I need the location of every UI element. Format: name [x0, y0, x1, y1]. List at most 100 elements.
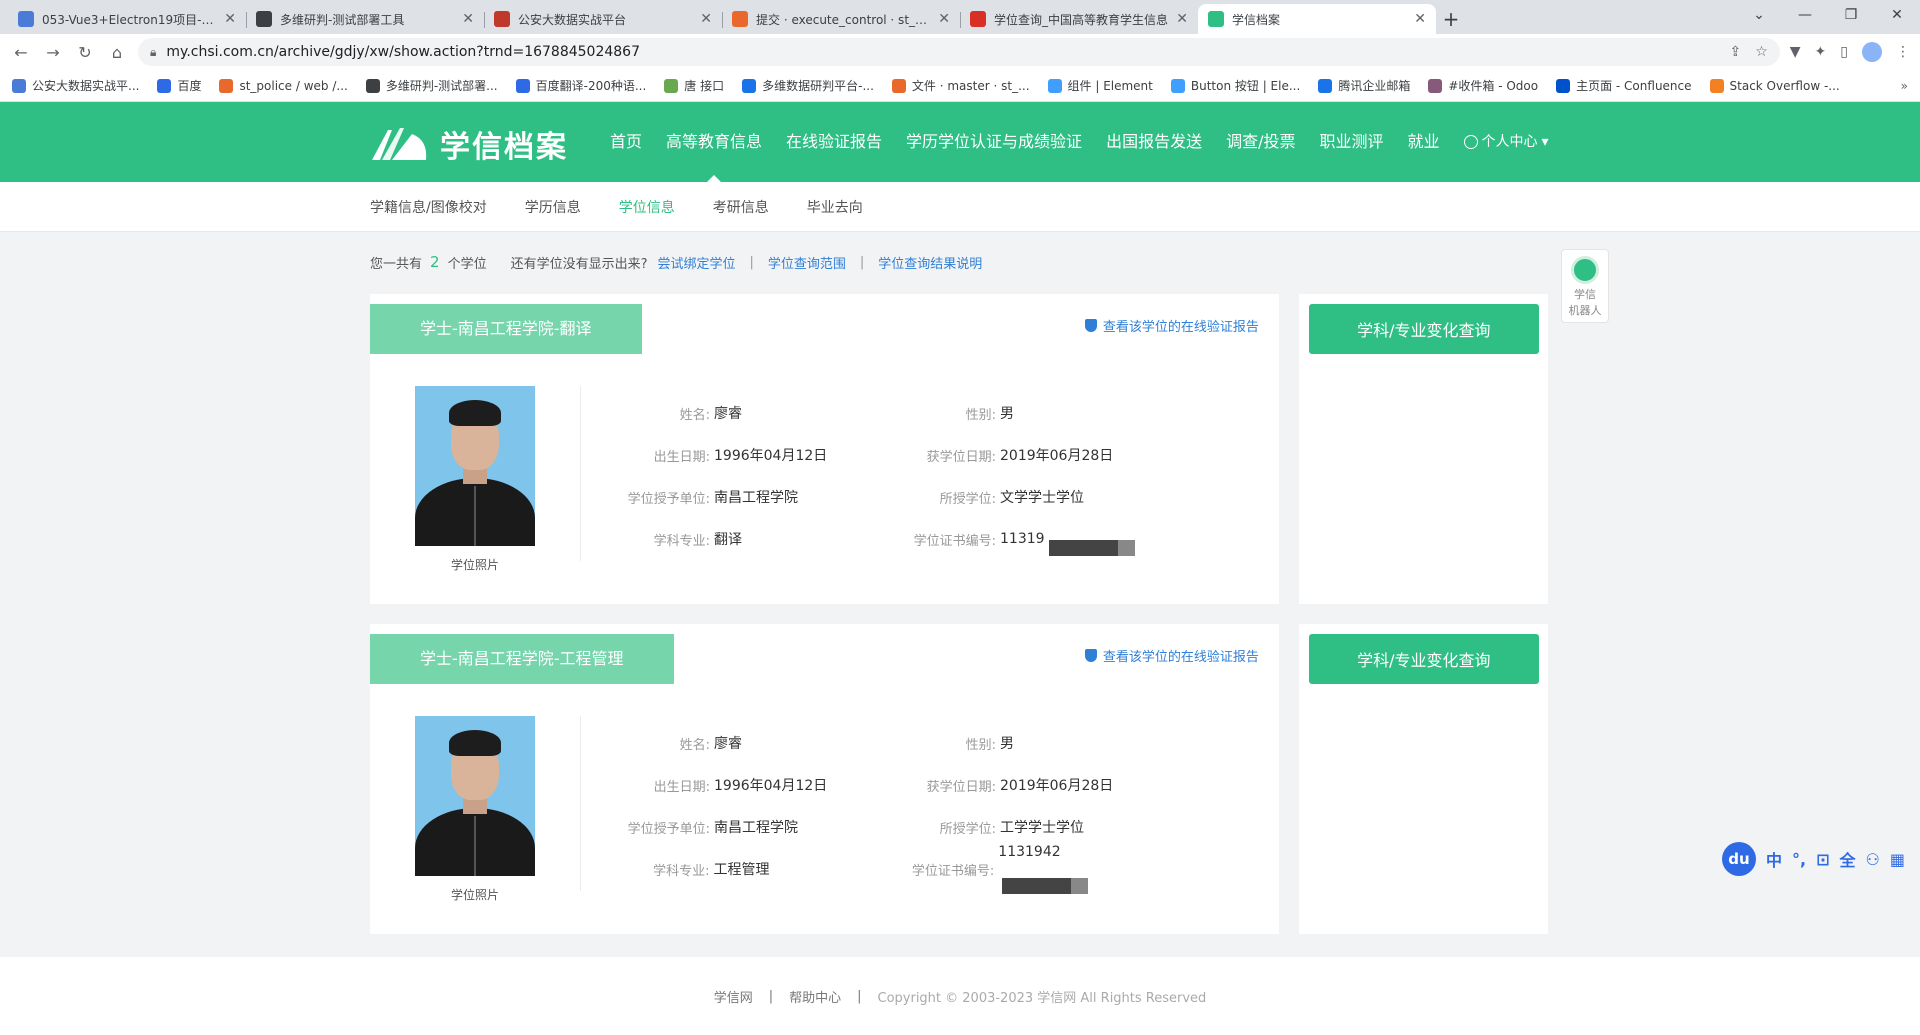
new-tab-icon[interactable]: +: [1436, 4, 1466, 34]
bind-degree-link[interactable]: 尝试绑定学位: [657, 253, 735, 272]
ime-keyboard-icon[interactable]: ⊡: [1816, 850, 1829, 869]
bookmark-item[interactable]: 多维数据研判平台-...: [742, 77, 874, 94]
window-close-icon[interactable]: ✕: [1874, 0, 1920, 30]
chat-robot-widget[interactable]: 学信 机器人: [1561, 249, 1609, 323]
minimize-icon[interactable]: —: [1782, 0, 1828, 30]
browser-tab[interactable]: 提交 · execute_control · st_poli ✕: [722, 4, 960, 34]
subnav-item-postgraduate[interactable]: 考研信息: [713, 197, 769, 217]
back-icon[interactable]: ←: [10, 43, 32, 62]
degree-type-value: 工学学士学位: [1000, 820, 1084, 836]
bookmark-item[interactable]: 唐 接口: [664, 77, 724, 94]
bookmark-item[interactable]: 多维研判-测试部署...: [365, 77, 498, 94]
robot-icon: [1571, 256, 1599, 284]
user-center-menu[interactable]: 个人中心 ▾: [1452, 102, 1561, 182]
ime-chinese-mode-icon[interactable]: 中: [1766, 847, 1782, 871]
browser-tab[interactable]: 多维研判-测试部署工具 ✕: [246, 4, 484, 34]
side-panel-icon[interactable]: ▯: [1840, 44, 1848, 60]
subnav-item-graduate-destination[interactable]: 毕业去向: [807, 197, 863, 217]
profile-avatar-icon[interactable]: [1862, 42, 1882, 62]
bookmark-item[interactable]: 主页面 - Confluence: [1556, 77, 1692, 94]
browser-tab-active[interactable]: 学信档案 ✕: [1198, 4, 1436, 34]
bookmark-favicon-icon: [515, 78, 530, 93]
bookmark-favicon-icon: [664, 78, 679, 93]
ime-fullwidth-icon[interactable]: 全: [1840, 847, 1856, 871]
forward-icon[interactable]: →: [42, 43, 64, 62]
degree-row: 学士-南昌工程学院-翻译 查看该学位的在线验证报告 学位照片 姓名: 廖睿 性别…: [370, 294, 1548, 604]
nav-item-career-test[interactable]: 职业测评: [1307, 102, 1395, 182]
nav-item-online-verification[interactable]: 在线验证报告: [774, 102, 894, 182]
gender-label: 性别:: [965, 407, 996, 423]
nav-item-home[interactable]: 首页: [598, 102, 654, 182]
browser-tab[interactable]: 公安大数据实战平台 ✕: [484, 4, 722, 34]
degree-photo-block: 学位照片: [415, 386, 535, 573]
subnav-item-enrollment[interactable]: 学籍信息/图像校对: [370, 197, 487, 217]
browser-tab[interactable]: 053-Vue3+Electron19项目-17_ ✕: [8, 4, 246, 34]
extensions-icon[interactable]: ✦: [1815, 44, 1827, 60]
ime-punctuation-icon[interactable]: °,: [1792, 850, 1806, 869]
bookmark-item[interactable]: #收件箱 - Odoo: [1428, 77, 1538, 94]
bookmark-item[interactable]: 公安大数据实战平...: [12, 77, 139, 94]
major-change-query-button[interactable]: 学科/专业变化查询: [1308, 304, 1539, 354]
bookmark-item[interactable]: Button 按钮 | Ele...: [1170, 77, 1300, 94]
home-icon[interactable]: ⌂: [106, 43, 128, 62]
tab-search-icon[interactable]: ⌄: [1736, 0, 1782, 30]
verify-report-link[interactable]: 查看该学位的在线验证报告: [1084, 646, 1259, 665]
degree-count: 2: [430, 253, 440, 271]
ime-toolbox-icon[interactable]: ▦: [1890, 850, 1905, 869]
main-content: 您一共有 2 个学位 还有学位没有显示出来? 尝试绑定学位 | 学位查询范围 |…: [370, 242, 1548, 934]
bookmark-star-icon[interactable]: ☆: [1755, 44, 1768, 60]
tab-favicon-icon: [256, 11, 272, 27]
vue-devtools-icon[interactable]: ▼: [1790, 44, 1801, 60]
main-nav: 首页 高等教育信息 在线验证报告 学历学位认证与成绩验证 出国报告发送 调查/投…: [598, 102, 1561, 182]
bookmark-item[interactable]: 腾讯企业邮箱: [1318, 77, 1410, 94]
bookmark-favicon-icon: [12, 78, 26, 93]
site-logo[interactable]: 学信档案: [370, 122, 568, 166]
nav-item-employment[interactable]: 就业: [1396, 102, 1452, 182]
degree-side-panel: 学科/专业变化查询: [1298, 294, 1548, 604]
bookmark-item[interactable]: st_police / web /...: [219, 78, 348, 93]
bookmark-item[interactable]: 百度翻译-200种语...: [515, 77, 646, 94]
browser-tab[interactable]: 学位查询_中国高等教育学生信息 ✕: [960, 4, 1198, 34]
bookmark-item[interactable]: 百度: [157, 77, 201, 94]
subnav-item-degree[interactable]: 学位信息: [619, 197, 675, 217]
redaction-mask: [1002, 878, 1089, 894]
tab-favicon-icon: [1208, 11, 1224, 27]
sub-nav: 学籍信息/图像校对 学历信息 学位信息 考研信息 毕业去向: [0, 182, 1920, 232]
nav-item-certification[interactable]: 学历学位认证与成绩验证: [894, 102, 1094, 182]
url-input[interactable]: 🔒︎ my.chsi.com.cn/archive/gdjy/xw/show.a…: [138, 38, 1780, 66]
degree-type-label: 所授学位:: [939, 821, 996, 837]
major-value: 工程管理: [713, 862, 770, 878]
divider: [580, 386, 581, 561]
close-icon[interactable]: ✕: [1176, 11, 1188, 27]
degree-date-value: 2019年06月28日: [1000, 778, 1114, 794]
nav-item-higher-education[interactable]: 高等教育信息: [654, 102, 774, 182]
bookmark-item[interactable]: Stack Overflow -...: [1709, 78, 1840, 93]
baidu-ime-logo[interactable]: du: [1722, 842, 1756, 876]
lock-icon[interactable]: 🔒︎: [150, 45, 156, 60]
footer-link-chsi[interactable]: 学信网: [714, 987, 753, 1006]
query-scope-link[interactable]: 学位查询范围: [768, 253, 846, 272]
footer-link-help[interactable]: 帮助中心: [789, 987, 841, 1006]
ime-skin-icon[interactable]: ⚇: [1866, 850, 1880, 869]
close-icon[interactable]: ✕: [1414, 11, 1426, 27]
share-icon[interactable]: ⇪: [1729, 44, 1741, 60]
close-icon[interactable]: ✕: [224, 11, 236, 27]
extensions-area: ▼ ✦ ▯ ⋮: [1790, 42, 1910, 62]
restore-icon[interactable]: ❐: [1828, 0, 1874, 30]
nav-item-survey[interactable]: 调查/投票: [1214, 102, 1307, 182]
subnav-item-education[interactable]: 学历信息: [525, 197, 581, 217]
nav-item-overseas-report[interactable]: 出国报告发送: [1094, 102, 1214, 182]
bookmark-favicon-icon: [742, 78, 757, 93]
close-icon[interactable]: ✕: [938, 11, 950, 27]
close-icon[interactable]: ✕: [700, 11, 712, 27]
major-change-query-button[interactable]: 学科/专业变化查询: [1308, 634, 1539, 684]
menu-icon[interactable]: ⋮: [1896, 44, 1910, 60]
verify-report-link[interactable]: 查看该学位的在线验证报告: [1084, 316, 1259, 335]
bookmark-favicon-icon: [1047, 78, 1062, 93]
bookmark-item[interactable]: 组件 | Element: [1047, 77, 1153, 94]
result-explain-link[interactable]: 学位查询结果说明: [878, 253, 982, 272]
close-icon[interactable]: ✕: [462, 11, 474, 27]
bookmarks-overflow-icon[interactable]: »: [1901, 79, 1908, 93]
bookmark-item[interactable]: 文件 · master · st_...: [891, 77, 1030, 94]
reload-icon[interactable]: ↻: [74, 43, 96, 62]
